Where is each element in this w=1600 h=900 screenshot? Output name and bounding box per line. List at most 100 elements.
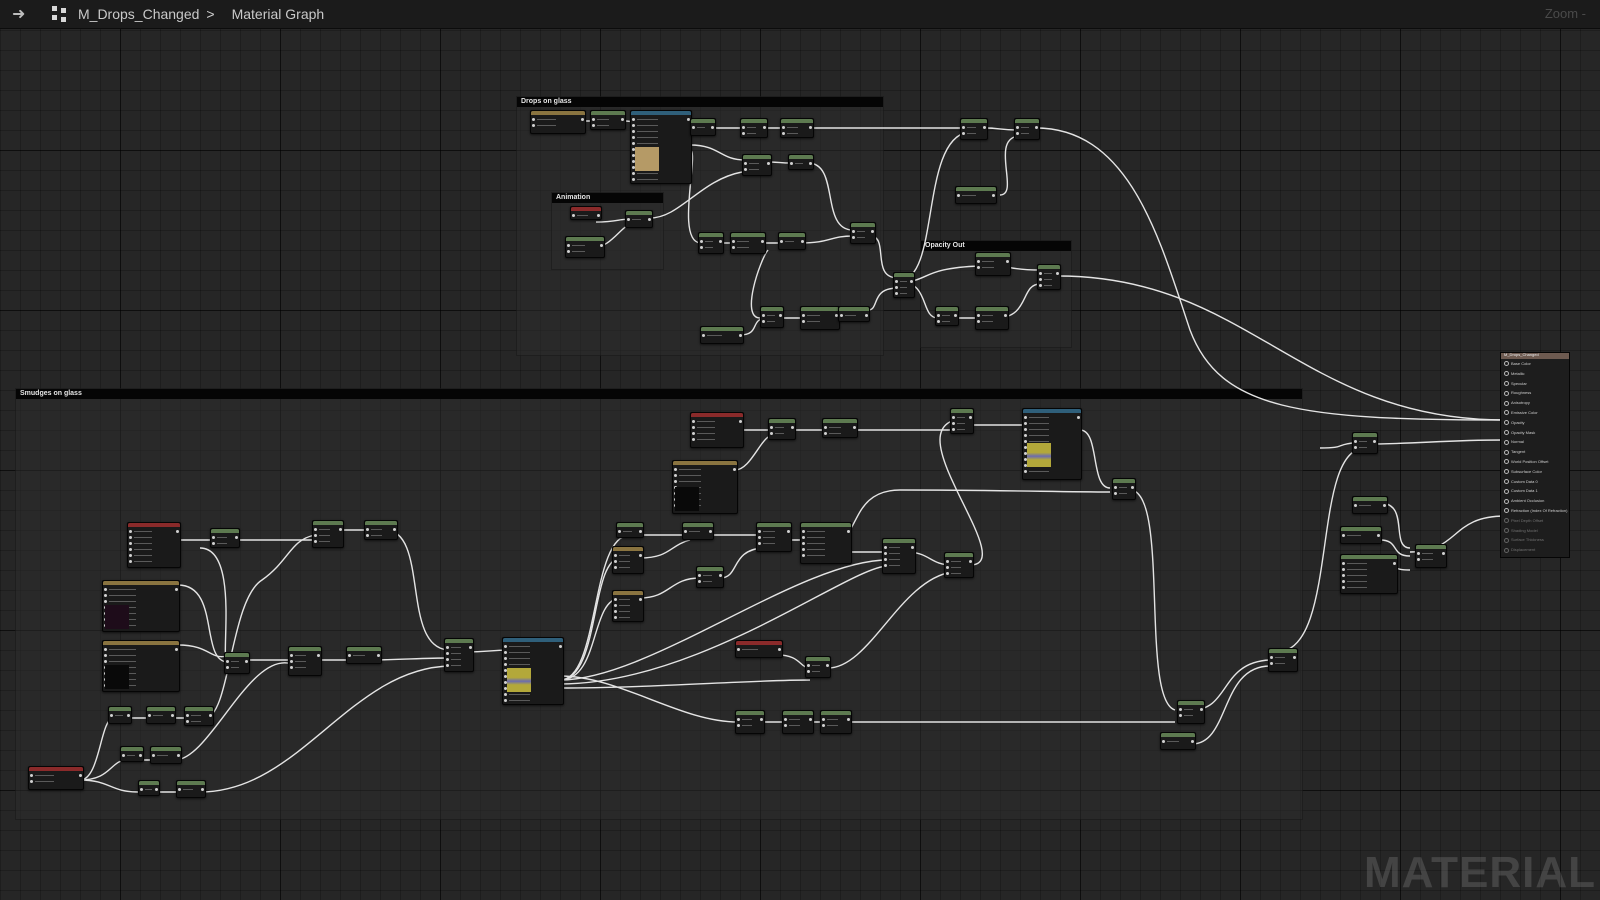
node-pin[interactable]	[937, 320, 940, 323]
node-pin[interactable]	[692, 420, 695, 423]
result-pin[interactable]: Base Color	[1504, 361, 1531, 366]
node-output-pin[interactable]	[201, 788, 204, 791]
vector-parameter-node[interactable]	[612, 590, 644, 622]
node-pin[interactable]	[1162, 740, 1165, 743]
node-output-pin[interactable]	[739, 334, 742, 337]
node-pin[interactable]	[702, 334, 705, 337]
node-pin[interactable]	[946, 566, 949, 569]
node-output-pin[interactable]	[969, 560, 972, 563]
node-output-pin[interactable]	[1393, 562, 1396, 565]
node-output-pin[interactable]	[983, 126, 986, 129]
math-node[interactable]	[740, 118, 768, 138]
math-node[interactable]	[822, 418, 858, 438]
node-pin[interactable]	[504, 693, 507, 696]
node-pin[interactable]	[700, 246, 703, 249]
node-pin[interactable]	[737, 724, 740, 727]
node-pin[interactable]	[824, 426, 827, 429]
vector-parameter-node[interactable]	[530, 110, 586, 134]
node-output-pin[interactable]	[393, 528, 396, 531]
node-pin[interactable]	[758, 530, 761, 533]
node-pin[interactable]	[314, 540, 317, 543]
node-pin[interactable]	[784, 718, 787, 721]
node-pin[interactable]	[1114, 492, 1117, 495]
node-pin[interactable]	[226, 666, 229, 669]
breadcrumb-graph[interactable]: Material Graph	[232, 6, 325, 22]
node-pin[interactable]	[1354, 504, 1357, 507]
node-output-pin[interactable]	[791, 426, 794, 429]
result-pin[interactable]: Surface Thickness	[1504, 537, 1544, 542]
node-pin[interactable]	[737, 648, 740, 651]
vector-parameter-node[interactable]	[102, 640, 180, 692]
node-output-pin[interactable]	[711, 126, 714, 129]
material-result-node[interactable]: M_Drops_Changed Base Color Metallic Specul…	[1500, 352, 1570, 558]
node-pin[interactable]	[807, 670, 810, 673]
math-node[interactable]	[120, 746, 144, 762]
math-node[interactable]	[590, 110, 626, 130]
node-pin[interactable]	[895, 280, 898, 283]
node-output-pin[interactable]	[809, 126, 812, 129]
node-pin[interactable]	[784, 724, 787, 727]
node-pin[interactable]	[946, 560, 949, 563]
node-pin[interactable]	[632, 172, 635, 175]
node-pin[interactable]	[290, 654, 293, 657]
node-pin[interactable]	[674, 474, 677, 477]
node-pin[interactable]	[614, 610, 617, 613]
node-pin[interactable]	[1342, 580, 1345, 583]
back-arrow-icon[interactable]: ➜	[12, 4, 34, 24]
node-pin[interactable]	[732, 240, 735, 243]
node-output-pin[interactable]	[600, 244, 603, 247]
node-pin[interactable]	[1039, 272, 1042, 275]
node-pin[interactable]	[532, 124, 535, 127]
node-pin[interactable]	[632, 118, 635, 121]
node-output-pin[interactable]	[910, 280, 913, 283]
node-output-pin[interactable]	[787, 530, 790, 533]
node-pin[interactable]	[1016, 132, 1019, 135]
math-node[interactable]	[1352, 432, 1378, 454]
node-pin[interactable]	[504, 657, 507, 660]
node-pin[interactable]	[592, 118, 595, 121]
node-pin[interactable]	[1024, 428, 1027, 431]
node-pin[interactable]	[684, 530, 687, 533]
node-pin[interactable]	[742, 126, 745, 129]
math-node[interactable]	[696, 566, 724, 588]
node-pin[interactable]	[1354, 446, 1357, 449]
node-output-pin[interactable]	[847, 718, 850, 721]
node-output-pin[interactable]	[235, 536, 238, 539]
math-node[interactable]	[690, 118, 716, 136]
node-output-pin[interactable]	[639, 554, 642, 557]
math-node[interactable]	[760, 306, 784, 328]
node-pin[interactable]	[1270, 656, 1273, 659]
node-pin[interactable]	[802, 548, 805, 551]
node-pin[interactable]	[366, 528, 369, 531]
math-node[interactable]	[210, 528, 240, 548]
node-output-pin[interactable]	[175, 648, 178, 651]
node-output-pin[interactable]	[621, 118, 624, 121]
result-pin[interactable]: Tangent	[1504, 449, 1525, 454]
node-pin[interactable]	[1417, 552, 1420, 555]
node-output-pin[interactable]	[559, 645, 562, 648]
math-node[interactable]	[955, 186, 997, 204]
result-pin[interactable]: Pixel Depth Offset	[1504, 518, 1543, 523]
input-node[interactable]	[570, 206, 602, 220]
math-node[interactable]	[735, 710, 765, 734]
node-pin[interactable]	[567, 250, 570, 253]
node-pin[interactable]	[962, 132, 965, 135]
node-pin[interactable]	[446, 652, 449, 655]
math-node[interactable]	[960, 118, 988, 140]
result-pin[interactable]: World Position Offset	[1504, 459, 1548, 464]
node-pin[interactable]	[446, 658, 449, 661]
input-node[interactable]	[735, 640, 783, 658]
node-output-pin[interactable]	[209, 714, 212, 717]
node-pin[interactable]	[698, 580, 701, 583]
node-pin[interactable]	[504, 663, 507, 666]
math-node[interactable]	[838, 306, 870, 322]
result-pin[interactable]: Roughness	[1504, 390, 1531, 395]
math-node[interactable]	[788, 154, 814, 170]
math-node[interactable]	[700, 326, 744, 344]
node-pin[interactable]	[614, 560, 617, 563]
node-pin[interactable]	[700, 240, 703, 243]
node-output-pin[interactable]	[1373, 440, 1376, 443]
math-node[interactable]	[346, 646, 382, 664]
result-pin[interactable]: Normal	[1504, 439, 1524, 444]
math-node[interactable]	[176, 780, 206, 798]
